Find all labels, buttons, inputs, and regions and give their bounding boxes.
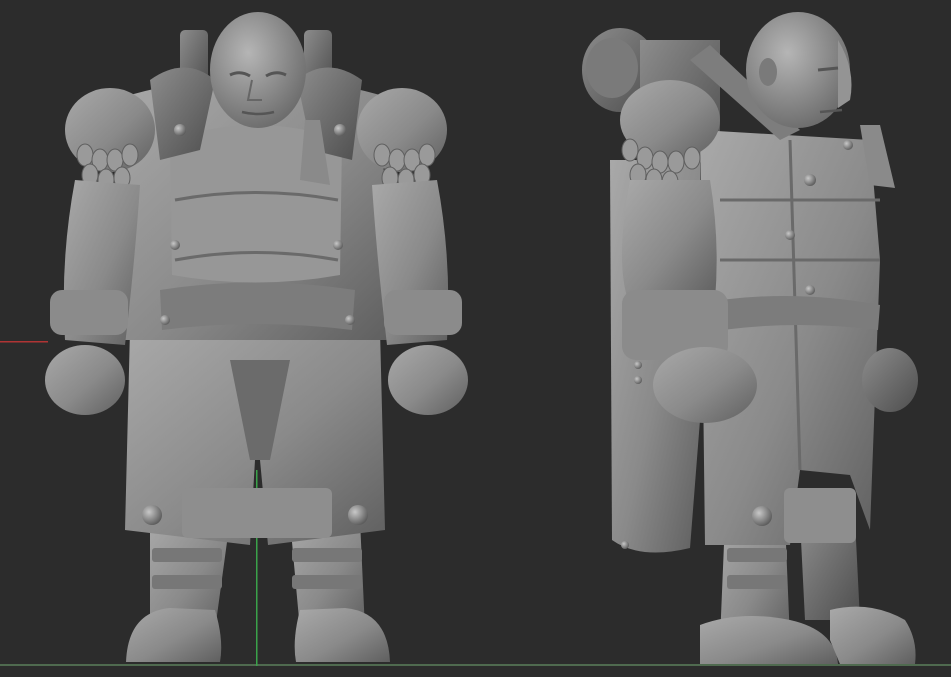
x-axis-line	[0, 341, 48, 343]
3d-viewport[interactable]	[0, 0, 951, 677]
model-scene[interactable]	[0, 0, 951, 677]
side-view-model[interactable]	[582, 12, 918, 664]
ground-line	[0, 664, 951, 666]
